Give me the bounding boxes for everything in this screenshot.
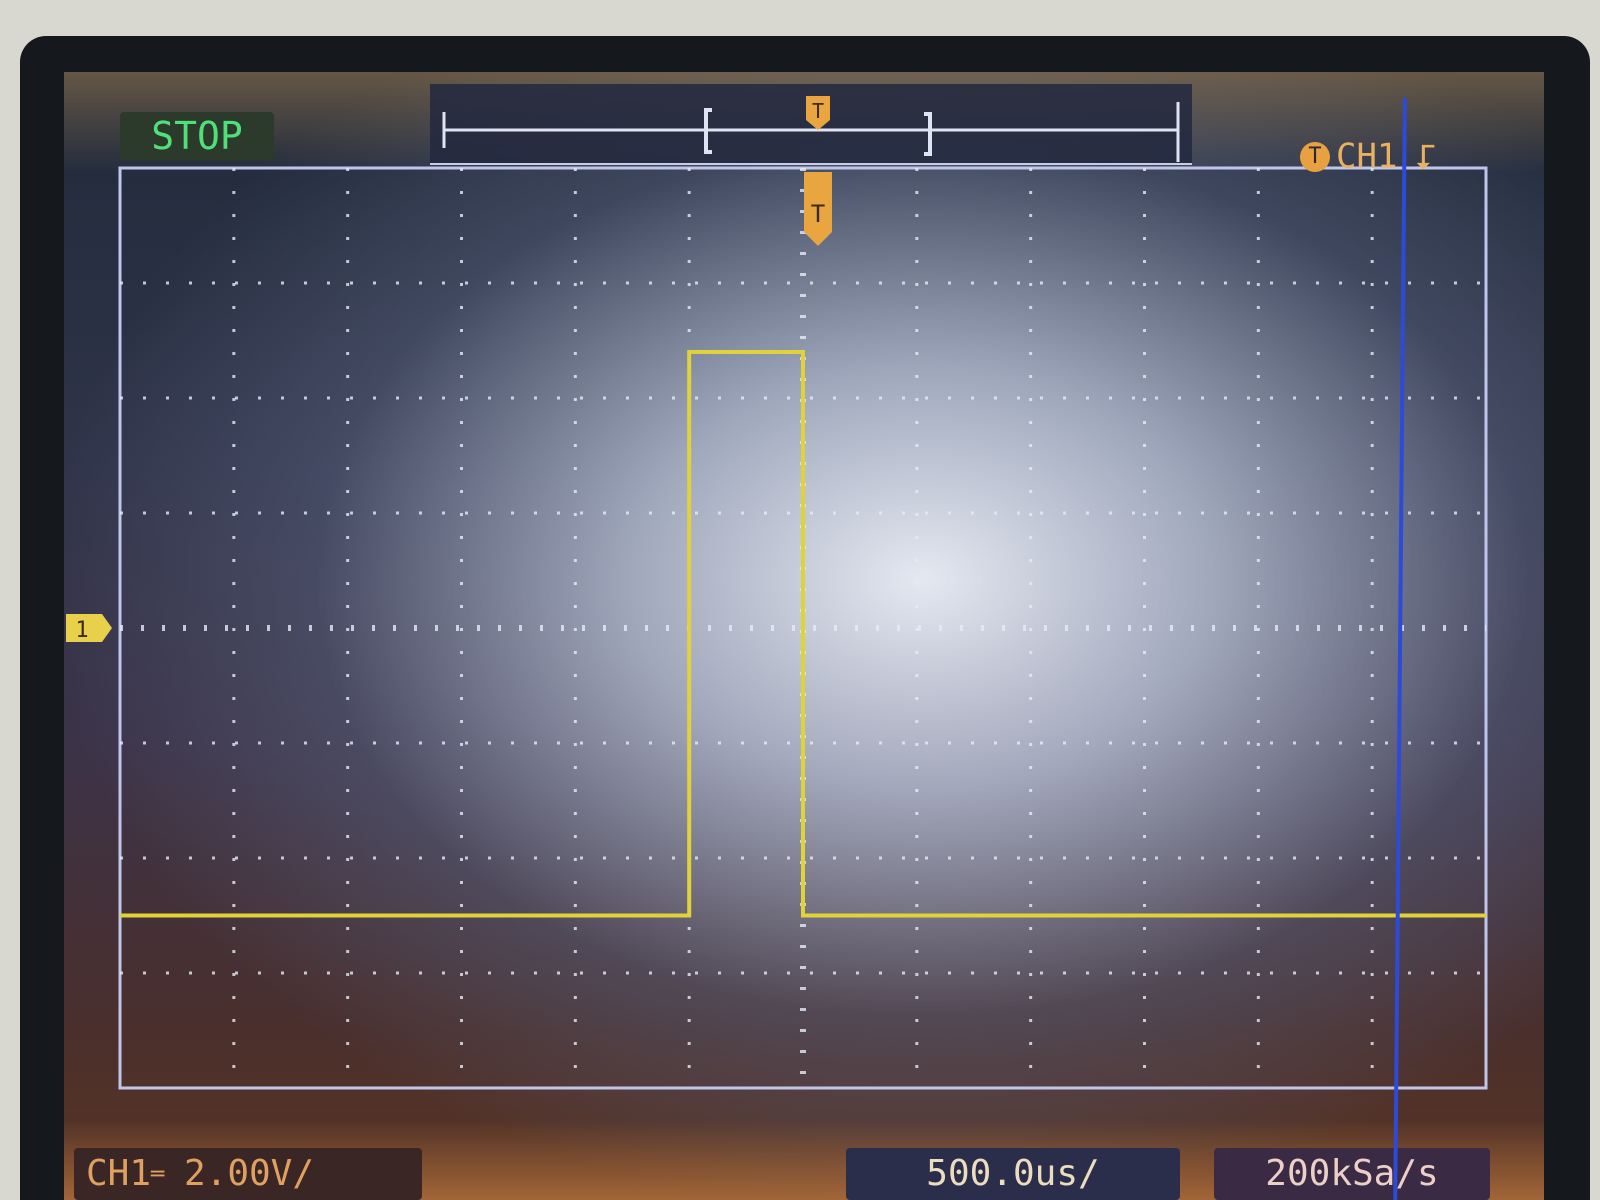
memory-position-bar[interactable]: T (430, 84, 1192, 165)
channel1-ground-marker[interactable]: 1 (66, 614, 112, 643)
rising-edge-slope-icon: ⮦ (1415, 136, 1436, 177)
trigger-time-marker[interactable]: T (804, 172, 832, 246)
trigger-source-indicator[interactable]: T CH1 ⮦ (1300, 132, 1490, 178)
channel1-ground-marker-label: 1 (75, 618, 88, 643)
channel1-scale-readout[interactable]: CH1═ 2.00V/ (74, 1148, 422, 1200)
trigger-time-marker-label: T (811, 200, 825, 228)
dc-coupling-icon: ═ (151, 1162, 164, 1187)
run-state-badge[interactable]: STOP (120, 112, 274, 160)
scope-screen: STOP T T 1 T CH1 ⮦ CH1═ 2.00V/ 500.0us/ … (64, 72, 1544, 1200)
channel1-trace (120, 350, 1486, 918)
waveform-display: T T 1 (66, 84, 1488, 1090)
trigger-icon: T (1300, 141, 1330, 172)
sample-rate-readout: 200kSa/s (1214, 1148, 1490, 1200)
timebase-readout[interactable]: 500.0us/ (846, 1148, 1180, 1200)
trigger-source-label: CH1 (1336, 136, 1398, 177)
channel1-scale-prefix: CH1 (86, 1153, 152, 1194)
channel1-volts-per-div: 2.00V/ (183, 1153, 315, 1194)
trigger-marker-top-label: T (812, 99, 824, 123)
